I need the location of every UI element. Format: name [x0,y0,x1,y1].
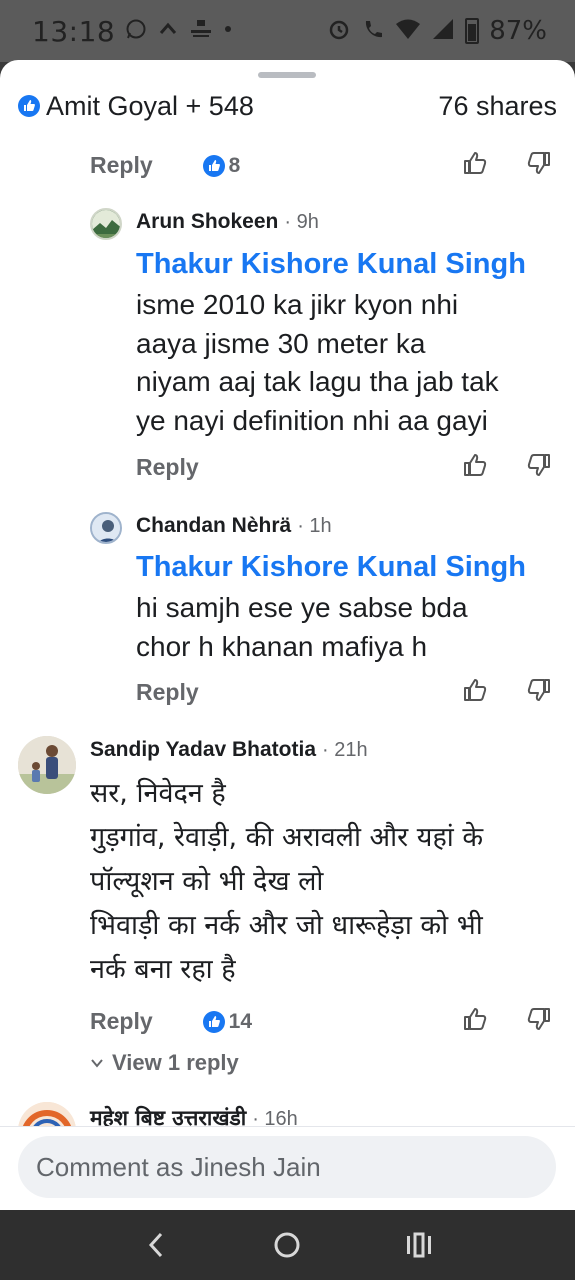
comment-author-line: Sandip Yadav Bhatotia · 21h [90,738,368,762]
thumbs-down-icon[interactable] [526,1006,552,1032]
alarm-icon [327,17,351,46]
recent-apps-icon[interactable] [399,1225,439,1265]
thumbs-down-icon[interactable] [526,677,552,703]
like-count: 8 [202,153,241,178]
wifi-icon [395,18,421,45]
comment-actions: Reply 8 [90,152,240,179]
home-icon[interactable] [267,1225,307,1265]
back-icon[interactable] [136,1225,176,1265]
dot-icon [223,18,233,45]
comment-actions: Reply 14 [90,1008,252,1035]
mention-link[interactable]: Thakur Kishore Kunal Singh [136,551,526,584]
comment-text: isme 2010 ka jikr kyon nhi aaya jisme 30… [136,289,499,436]
comment-actions: Reply [136,454,199,481]
status-time: 13:18 [32,14,116,48]
like-count: 14 [202,1009,252,1034]
view-replies-button[interactable]: View 1 reply [90,1050,239,1076]
comment-text: सर, निवेदन है गुड़गांव, रेवाड़ी, की अराव… [90,778,484,985]
reply-button[interactable]: Reply [90,152,153,179]
wifi-call-icon [361,17,385,46]
comment-text: hi samjh ese ye sabse bda chor h khanan … [136,592,468,662]
chevron-down-icon [90,1050,104,1076]
comment-input[interactable]: Comment as Jinesh Jain [18,1136,556,1198]
like-reaction-icon [202,1010,225,1033]
thumbs-up-icon[interactable] [462,677,488,703]
reactions-summary[interactable]: Amit Goyal + 548 [18,91,254,122]
reply-button[interactable]: Reply [136,454,199,481]
avatar[interactable] [18,736,76,794]
shares-count[interactable]: 76 shares [438,91,557,122]
reply-button[interactable]: Reply [90,1008,153,1035]
comment-author[interactable]: Chandan Nèhrä [136,514,291,538]
like-count-value: 8 [228,153,241,177]
divider [0,1126,575,1127]
comment-author[interactable]: Sandip Yadav Bhatotia [90,738,316,762]
thumbs-up-icon[interactable] [462,1006,488,1032]
thumbs-down-icon[interactable] [526,452,552,478]
battery-percent: 87% [489,16,547,46]
avatar[interactable] [90,512,122,544]
signal-icon [431,18,455,45]
comment-author-line: Chandan Nèhrä · 1h [136,514,332,538]
sheet-drag-handle[interactable] [258,72,316,78]
system-nav-bar [0,1210,575,1280]
comment-author[interactable]: Arun Shokeen [136,210,278,234]
thumbs-up-icon[interactable] [462,150,488,176]
like-reaction-icon [202,154,225,177]
view-replies-label: View 1 reply [112,1050,239,1075]
status-bar: 13:18 87% [0,0,575,62]
thumbs-up-icon[interactable] [462,452,488,478]
avatar[interactable] [90,208,122,240]
comment-time: · 9h [284,211,319,233]
comment-author-line: Arun Shokeen · 9h [136,210,319,234]
comment-time: · 1h [297,515,332,537]
comment-input-placeholder: Comment as Jinesh Jain [36,1151,321,1182]
reactions-header: Amit Goyal + 548 76 shares [18,88,557,124]
thumbs-down-icon[interactable] [526,150,552,176]
chevron-up-icon [157,18,179,45]
whatsapp-icon [125,18,147,45]
mention-link[interactable]: Thakur Kishore Kunal Singh [136,248,526,281]
like-count-value: 14 [228,1009,252,1033]
comment-time: · 21h [322,739,368,761]
news-app-icon [189,18,213,45]
comments-sheet: Amit Goyal + 548 76 shares Reply 8 Arun … [0,60,575,1210]
battery-icon [465,18,480,44]
like-reaction-icon [18,95,40,117]
reactors-text: Amit Goyal + 548 [46,90,254,121]
reply-button[interactable]: Reply [136,679,199,706]
comment-actions: Reply [136,679,199,706]
